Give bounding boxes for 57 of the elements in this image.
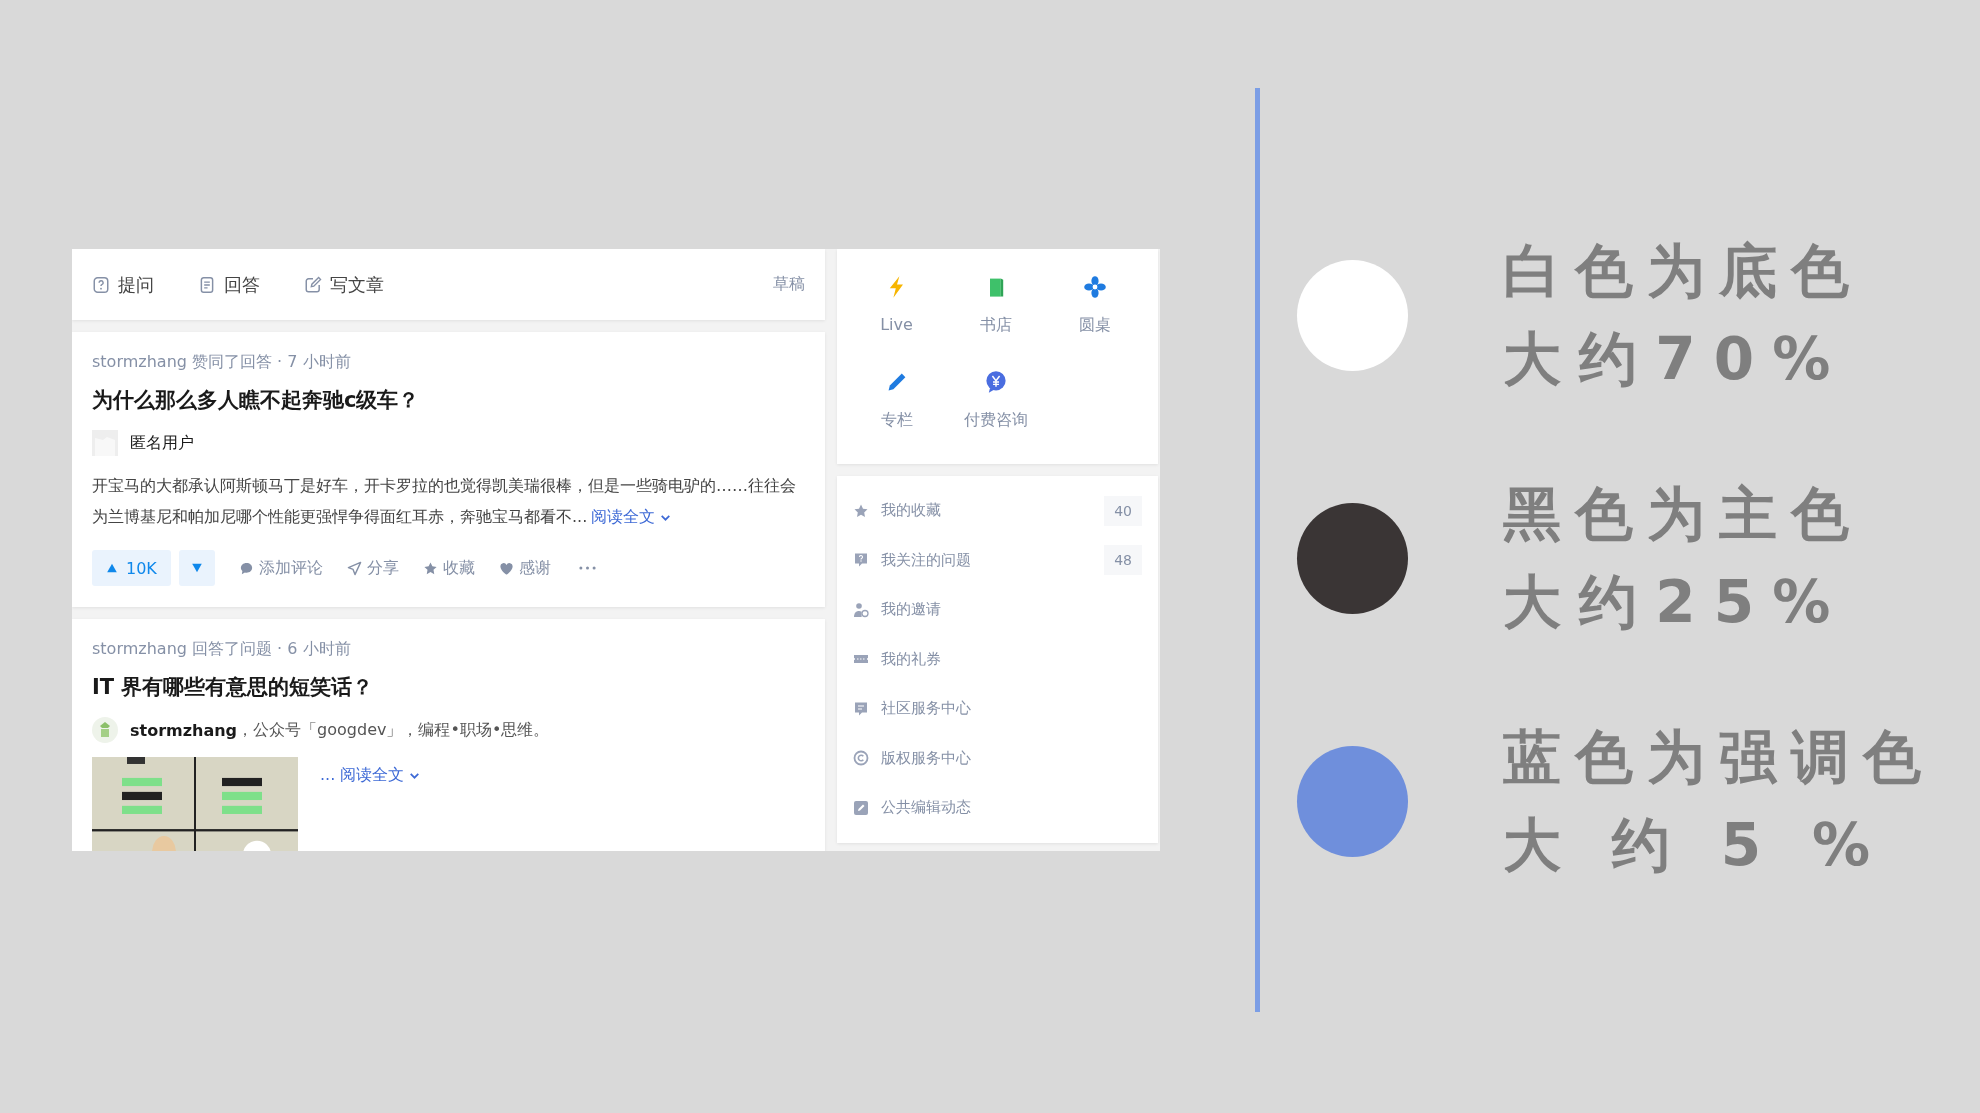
color-role: 白色为底色 (1503, 236, 1863, 307)
color-share: 大约25% (1503, 567, 1849, 638)
action-button[interactable]: 添加评论 (238, 557, 323, 579)
shortcut-button[interactable]: 圆桌 (1045, 275, 1144, 336)
menu-item[interactable]: 公共编辑动态 (853, 783, 1142, 833)
user-icon (853, 601, 869, 618)
menu-item[interactable]: 我的收藏 40 (853, 486, 1142, 536)
menu-item[interactable]: 版权服务中心 (853, 733, 1142, 783)
color-share: 大约5% (1503, 810, 1921, 881)
author-name[interactable]: 匿名用户 (130, 432, 194, 454)
downvote-button[interactable] (178, 550, 215, 586)
answer-excerpt: 开宝马的大都承认阿斯顿马丁是好车，开卡罗拉的也觉得凯美瑞很棒，但是一些骑电驴的……往往会为兰博基尼和帕加尼哪个性能更强悍争得面红耳赤，奔驰宝马都看不... 阅读全文 (92, 475, 797, 530)
question-title[interactable]: IT 界有哪些有意思的短笑话？ (92, 673, 805, 701)
edit-icon (853, 799, 869, 816)
yuan-bubble-icon (983, 370, 1008, 394)
message-icon (853, 700, 869, 717)
question-icon (92, 275, 110, 294)
compose-button[interactable]: 回答 (198, 272, 260, 297)
activity-meta: stormzhang 回答了问题 · 6 小时前 (92, 639, 352, 660)
compose-button[interactable]: 写文章 (304, 272, 384, 297)
upvote-button[interactable]: 10K (92, 550, 171, 586)
avatar-icon (92, 717, 118, 743)
question-title[interactable]: 为什么那么多人瞧不起奔驰c级车？ (92, 386, 805, 414)
count-badge: 48 (1104, 545, 1142, 576)
paper-plane-icon (346, 560, 362, 576)
action-button[interactable]: 分享 (346, 557, 399, 579)
more-icon[interactable] (578, 566, 596, 570)
menu-item[interactable]: 我的邀请 (853, 585, 1142, 635)
document-icon (198, 275, 216, 294)
color-role: 黑色为主色 (1503, 479, 1863, 550)
compose-button[interactable]: 提问 (92, 272, 154, 297)
count-badge: 40 (1104, 495, 1142, 526)
shortcut-button[interactable]: 付费咨询 (946, 370, 1045, 431)
read-more-link[interactable]: ... 阅读全文 (320, 765, 422, 786)
heart-icon (498, 560, 514, 576)
shortcut-button[interactable]: 书店 (946, 275, 1045, 336)
menu-item[interactable]: 社区服务中心 (853, 684, 1142, 734)
menu-item[interactable]: 我关注的问题 48 (853, 535, 1142, 585)
shortcut-button[interactable]: Live (847, 275, 946, 336)
color-share: 大约70% (1503, 324, 1849, 395)
author-bio: ，公众号「googdev」，编程•职场•思维。 (237, 719, 550, 741)
star-icon (422, 560, 438, 576)
triangle-up-icon (106, 562, 118, 574)
read-more-link[interactable]: 阅读全文 (591, 507, 673, 528)
shortcut-button[interactable]: 专栏 (847, 370, 946, 431)
action-button[interactable]: 感谢 (498, 557, 551, 579)
copyright-icon (853, 750, 869, 767)
comment-icon (238, 560, 254, 576)
edit-icon (304, 275, 322, 294)
triangle-down-icon (190, 562, 203, 574)
color-role: 蓝色为强调色 (1503, 722, 1935, 793)
activity-meta: stormzhang 赞同了回答 · 7 小时前 (92, 352, 352, 373)
author-name[interactable]: stormzhang (130, 720, 238, 740)
drafts-link[interactable]: 草稿 (773, 274, 805, 295)
menu-item[interactable]: 我的礼券 (853, 634, 1142, 684)
question-bubble-icon (853, 552, 869, 569)
action-button[interactable]: 收藏 (422, 557, 475, 579)
